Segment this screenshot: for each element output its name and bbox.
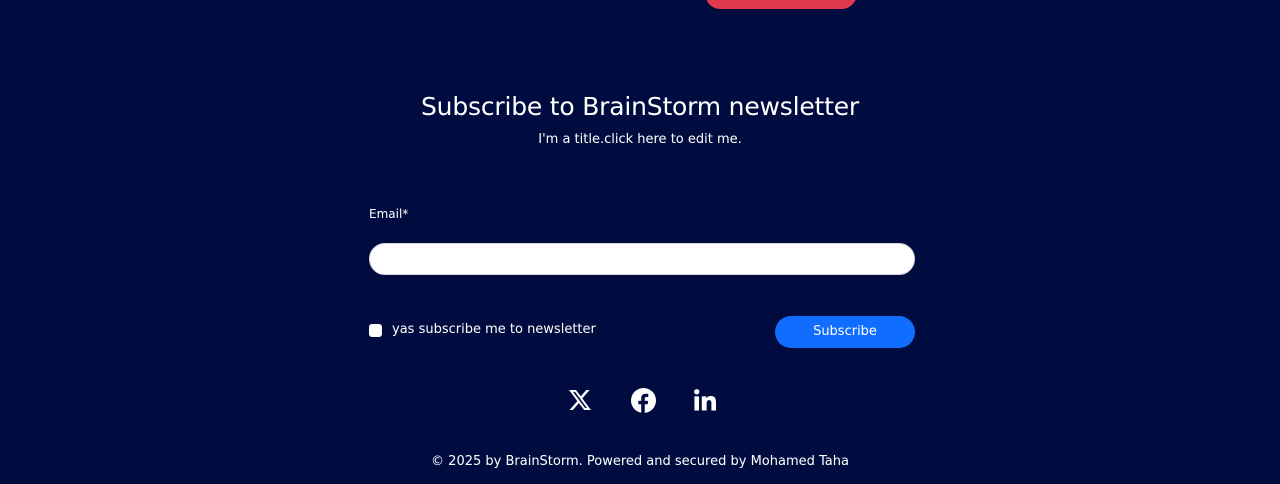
linkedin-icon	[694, 389, 716, 411]
footer-copyright: © 2025 by BrainStorm. Powered and secure…	[431, 454, 849, 469]
consent-row: yas subscribe me to newsletter	[369, 321, 596, 339]
x-link[interactable]	[567, 387, 593, 413]
newsletter-title: Subscribe to BrainStorm newsletter	[421, 92, 859, 121]
newsletter-subtitle[interactable]: I'm a title.click here to edit me.	[0, 131, 1280, 149]
facebook-icon	[630, 387, 656, 413]
email-input[interactable]	[369, 243, 915, 275]
consent-checkbox[interactable]	[369, 323, 382, 337]
linkedin-link[interactable]	[692, 387, 718, 413]
x-icon	[569, 390, 591, 410]
top-cta-button[interactable]	[705, 0, 857, 9]
consent-label[interactable]: yas subscribe me to newsletter	[392, 321, 596, 339]
facebook-link[interactable]	[630, 387, 656, 413]
email-label: Email*	[369, 207, 409, 221]
newsletter-page: Subscribe to BrainStorm newsletter I'm a…	[0, 0, 1280, 484]
subscribe-button[interactable]: Subscribe	[775, 316, 915, 348]
